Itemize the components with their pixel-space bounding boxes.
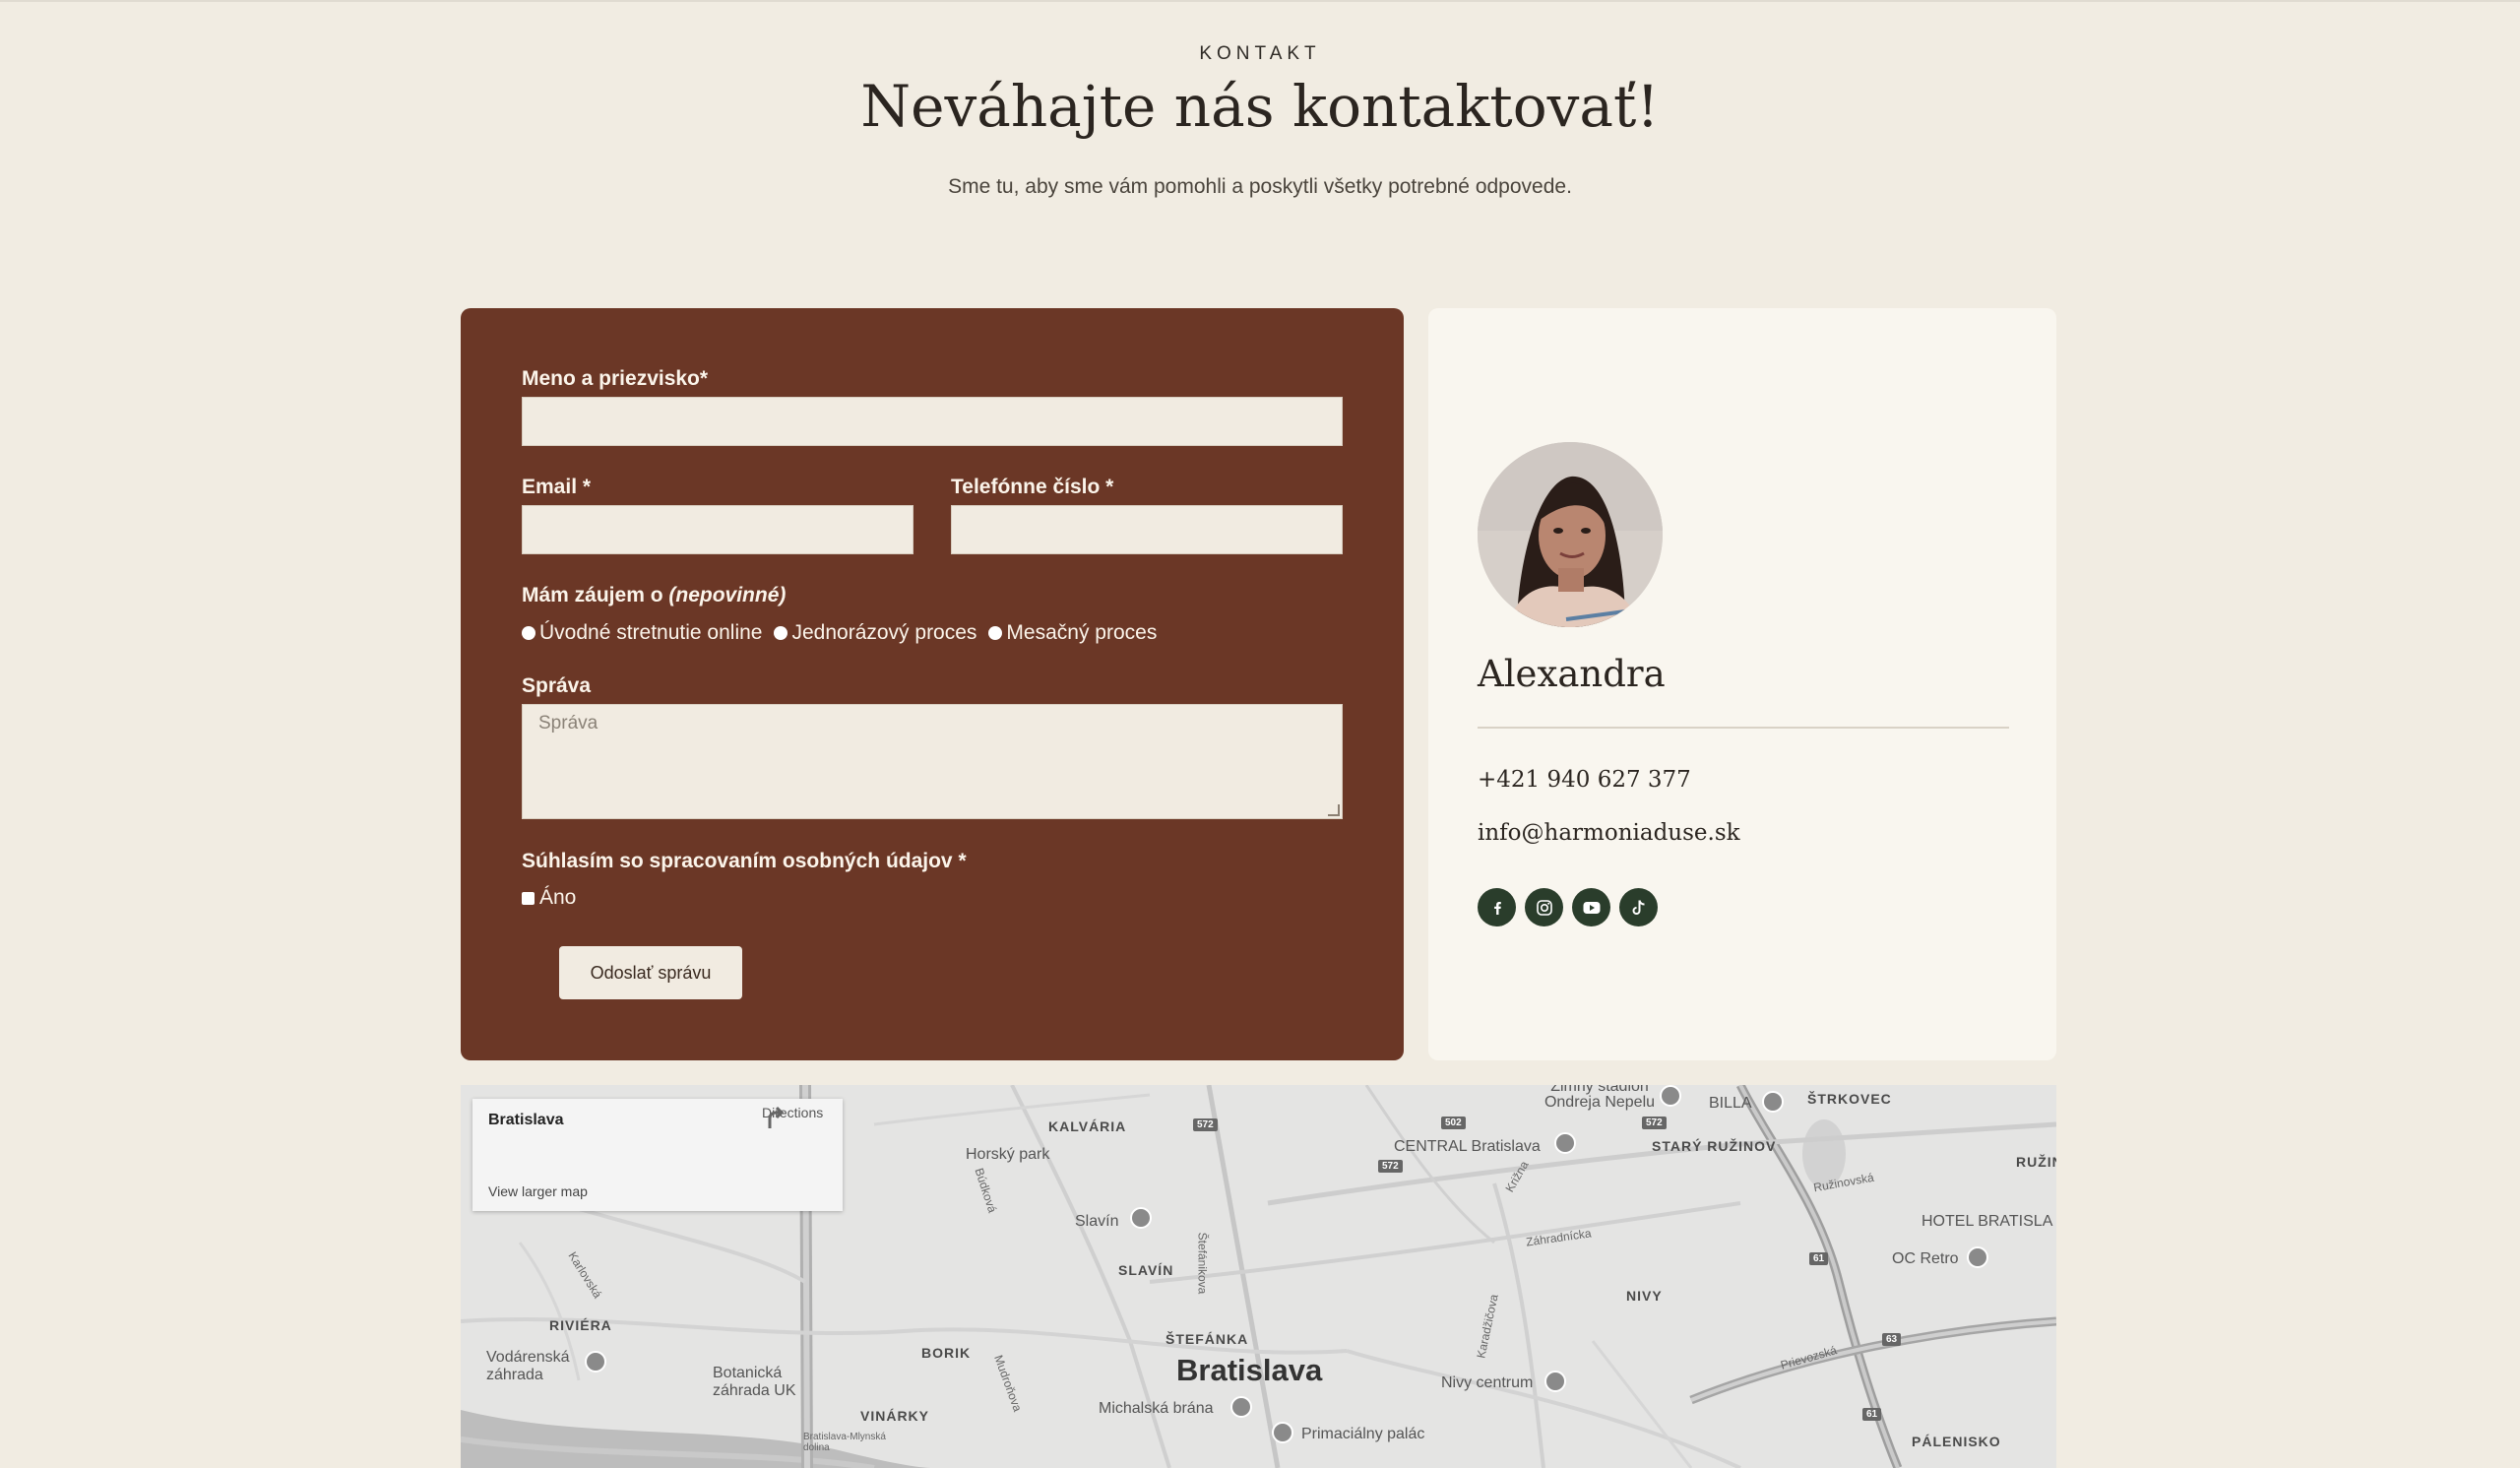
poi-label: Slavín [1075,1213,1119,1230]
profile-name: Alexandra [1478,653,1666,695]
poi-label: Michalská brána [1099,1400,1214,1417]
avatar [1478,442,1663,627]
city-label: Bratislava [1176,1353,1323,1387]
radio-button[interactable] [522,626,536,640]
poi-label: Vodárenská záhrada [486,1349,570,1383]
radio-label: Jednorázový proces [791,621,977,644]
facebook-icon[interactable] [1478,888,1516,926]
map-pin-icon[interactable] [1762,1091,1784,1113]
map-pin-icon[interactable] [1554,1132,1576,1154]
radio-button[interactable] [774,626,788,640]
map-pin-icon[interactable] [1967,1246,1988,1268]
map-pin-icon[interactable] [1272,1422,1293,1443]
map-pin-icon[interactable] [585,1351,606,1372]
radio-button[interactable] [988,626,1003,640]
consent-checkbox-row[interactable]: Áno [522,886,576,910]
road-shield: 572 [1193,1118,1218,1131]
profile-divider [1478,727,2009,729]
radio-label: Mesačný proces [1006,621,1158,644]
poi-label: BILLA [1709,1095,1752,1112]
map-info-card: Bratislava Directions View larger map [472,1099,843,1211]
consent-option-label: Áno [539,886,577,909]
profile-email[interactable]: info@harmoniaduse.sk [1478,820,1740,846]
map-pin-icon[interactable] [1660,1085,1681,1107]
district-label: RUŽIN [2016,1154,2056,1170]
view-larger-map-link[interactable]: View larger map [488,1183,588,1199]
radio-option-one-time[interactable]: Jednorázový proces [774,621,976,645]
embedded-map[interactable]: Bratislava Directions View larger map KA… [461,1085,2056,1468]
poi-label: Bratislava-Mlynská dolina [803,1432,886,1453]
name-input[interactable] [522,397,1343,446]
name-label: Meno a priezvisko* [522,367,709,390]
section-eyebrow: KONTAKT [1199,43,1321,64]
poi-label: Primaciálny palác [1301,1426,1425,1442]
email-input[interactable] [522,505,914,554]
submit-button[interactable]: Odoslať správu [559,946,742,999]
road-label: Štefánikova [1195,1232,1210,1295]
profile-card: Alexandra +421 940 627 377 info@harmonia… [1428,308,2056,1060]
district-label: KALVÁRIA [1048,1118,1127,1134]
phone-input[interactable] [951,505,1343,554]
district-label: RIVIÉRA [549,1317,612,1333]
district-label: PÁLENISKO [1912,1434,2001,1449]
message-textarea[interactable]: Správa [522,704,1343,819]
phone-label: Telefónne číslo * [951,476,1114,498]
consent-label: Súhlasím so spracovaním osobných údajov … [522,850,967,872]
road-shield: 61 [1809,1252,1829,1265]
district-label: STARÝ RUŽINOV [1652,1138,1777,1154]
poi-label: Zimný štadión Ondreja Nepelu [1544,1085,1656,1111]
interest-optional-text: (nepovinné) [668,584,787,606]
email-label: Email * [522,476,592,498]
avatar-portrait [1478,442,1663,627]
radio-option-intro[interactable]: Úvodné stretnutie online [522,621,762,645]
tiktok-icon[interactable] [1619,888,1658,926]
map-pin-icon[interactable] [1230,1396,1252,1418]
road-shield: 63 [1882,1333,1902,1346]
road-shield: 572 [1378,1160,1403,1173]
district-label: VINÁRKY [860,1408,930,1424]
directions-icon [768,1106,785,1128]
message-label: Správa [522,674,592,697]
youtube-icon[interactable] [1572,888,1610,926]
interest-label-text: Mám záujem o [522,584,663,606]
district-label: ŠTRKOVEC [1807,1091,1892,1107]
map-card-title: Bratislava [488,1112,564,1128]
district-label: NIVY [1626,1288,1663,1304]
map-pin-icon[interactable] [1544,1371,1566,1392]
top-divider [0,0,2520,2]
radio-label: Úvodné stretnutie online [539,621,763,644]
social-links [1478,888,1667,926]
message-placeholder: Správa [538,713,598,734]
road-shield: 502 [1441,1117,1466,1129]
interest-label: Mám záujem o (nepovinné) [522,584,786,607]
profile-phone[interactable]: +421 940 627 377 [1478,767,1691,793]
district-label: BORIK [921,1345,972,1361]
poi-label: HOTEL BRATISLA [1922,1213,2053,1230]
resize-handle[interactable] [1328,804,1340,816]
directions-button[interactable]: Directions [762,1105,823,1128]
road-shield: 61 [1862,1408,1882,1421]
district-label: ŠTEFÁNKA [1166,1331,1249,1347]
consent-checkbox[interactable] [522,891,535,905]
poi-label: Botanická záhrada UK [713,1365,796,1399]
poi-label: Nivy centrum [1441,1374,1534,1391]
map-pin-icon[interactable] [1130,1207,1152,1229]
page-title: Neváhajte nás kontaktovať! [860,73,1660,140]
contact-form: Meno a priezvisko* Email * Telefónne čís… [461,308,1404,1060]
poi-label: CENTRAL Bratislava [1394,1138,1541,1155]
poi-label: Horský park [966,1146,1050,1163]
district-label: SLAVÍN [1118,1262,1174,1278]
interest-radio-group: Úvodné stretnutie online Jednorázový pro… [522,618,1168,648]
page-subtitle: Sme tu, aby sme vám pomohli a poskytli v… [948,175,1572,198]
instagram-icon[interactable] [1525,888,1563,926]
radio-option-monthly[interactable]: Mesačný proces [988,621,1157,645]
poi-label: OC Retro [1892,1250,1959,1267]
road-shield: 572 [1642,1117,1667,1129]
